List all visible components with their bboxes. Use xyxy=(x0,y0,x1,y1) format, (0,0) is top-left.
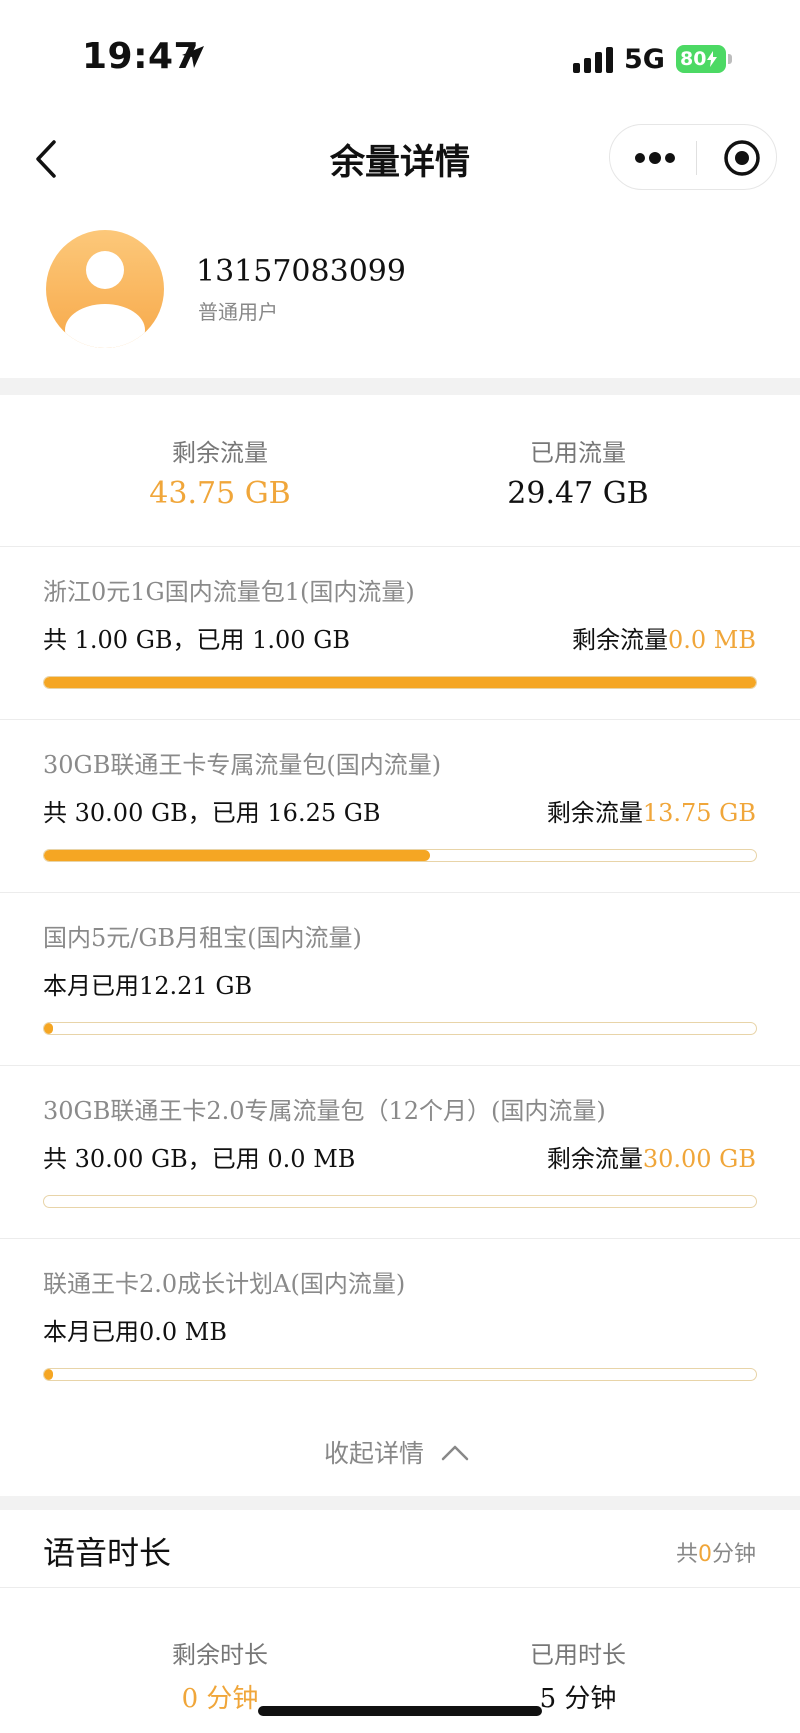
package-usage: 共 1.00 GB，已用 1.00 GB xyxy=(43,626,351,654)
voice-total-prefix: 共 xyxy=(675,1542,698,1567)
status-bar: 19:47 5G 80 xyxy=(0,0,800,110)
package-usage: 共 30.00 GB，已用 0.0 MB xyxy=(43,1145,356,1173)
used-voice: 已用时长 5 分钟 xyxy=(428,1635,728,1715)
used-data-label: 已用流量 xyxy=(530,439,626,467)
voice-total: 共0分钟 xyxy=(676,1536,756,1568)
package-remaining-label: 剩余流量 xyxy=(546,1145,643,1173)
phone-number: 13157083099 xyxy=(196,254,406,289)
package-name: 30GB联通王卡专属流量包(国内流量) xyxy=(43,751,442,779)
remaining-data: 剩余流量 43.75 GB xyxy=(70,433,370,511)
signal-icon xyxy=(573,47,613,73)
package-usage: 本月已用0.0 MB xyxy=(43,1318,228,1346)
remaining-voice-label: 剩余时长 xyxy=(172,1641,268,1669)
user-section: 13157083099 普通用户 xyxy=(0,210,800,378)
package-remaining: 剩余流量30.00 GB xyxy=(547,1139,756,1174)
package-remaining: 剩余流量0.0 MB xyxy=(572,620,756,655)
section-divider xyxy=(0,1496,800,1510)
voice-total-suffix: 分钟 xyxy=(711,1542,756,1567)
more-icon[interactable] xyxy=(634,149,676,167)
package-progress-fill xyxy=(44,1369,53,1380)
package-item: 30GB联通王卡2.0专属流量包（12个月）(国内流量) 共 30.00 GB，… xyxy=(0,1067,800,1239)
remaining-data-value: 43.75 GB xyxy=(149,476,291,511)
package-remaining-value: 0.0 MB xyxy=(667,626,756,654)
mini-program-capsule xyxy=(609,124,777,190)
package-progress-fill xyxy=(44,677,756,688)
package-progress-bar xyxy=(43,1368,757,1381)
used-data: 已用流量 29.47 GB xyxy=(428,433,728,511)
voice-total-value: 0 xyxy=(697,1542,712,1567)
package-name: 30GB联通王卡2.0专属流量包（12个月）(国内流量) xyxy=(43,1097,606,1125)
package-item: 浙江0元1G国内流量包1(国内流量) 共 1.00 GB，已用 1.00 GB … xyxy=(0,548,800,720)
voice-title: 语音时长 xyxy=(43,1534,172,1572)
package-progress-fill xyxy=(44,1023,53,1034)
battery-level: 80 xyxy=(680,48,707,70)
nav-bar: 余量详情 xyxy=(0,110,800,210)
battery-icon: 80 xyxy=(676,45,732,73)
package-progress-bar xyxy=(43,1022,757,1035)
remaining-data-label: 剩余流量 xyxy=(172,439,268,467)
package-name: 国内5元/GB月租宝(国内流量) xyxy=(43,924,362,952)
package-progress-fill xyxy=(44,850,430,861)
package-remaining-label: 剩余流量 xyxy=(546,799,643,827)
charging-bolt-icon xyxy=(707,51,718,67)
used-voice-label: 已用时长 xyxy=(530,1641,626,1669)
collapse-details-label: 收起详情 xyxy=(324,1439,425,1468)
user-type: 普通用户 xyxy=(198,300,278,324)
section-divider xyxy=(0,378,800,395)
package-remaining-value: 13.75 GB xyxy=(642,799,756,827)
package-usage: 共 30.00 GB，已用 16.25 GB xyxy=(43,799,381,827)
remaining-voice: 剩余时长 0 分钟 xyxy=(70,1635,370,1715)
package-item: 30GB联通王卡专属流量包(国内流量) 共 30.00 GB，已用 16.25 … xyxy=(0,721,800,893)
package-remaining: 剩余流量13.75 GB xyxy=(547,793,756,828)
voice-header: 语音时长 共0分钟 xyxy=(0,1510,800,1588)
avatar xyxy=(46,230,164,348)
location-arrow-icon xyxy=(182,46,204,68)
home-indicator xyxy=(258,1706,542,1716)
data-summary: 剩余流量 43.75 GB 已用流量 29.47 GB xyxy=(0,395,800,547)
chevron-up-icon xyxy=(441,1445,469,1461)
package-progress-bar xyxy=(43,849,757,862)
package-remaining-label: 剩余流量 xyxy=(571,626,668,654)
package-usage: 本月已用12.21 GB xyxy=(43,972,253,1000)
package-item: 联通王卡2.0成长计划A(国内流量) 本月已用0.0 MB xyxy=(0,1240,800,1412)
package-remaining-value: 30.00 GB xyxy=(642,1145,756,1173)
collapse-details-button[interactable]: 收起详情 xyxy=(0,1410,800,1496)
package-item: 国内5元/GB月租宝(国内流量) 本月已用12.21 GB xyxy=(0,894,800,1066)
package-name: 联通王卡2.0成长计划A(国内流量) xyxy=(43,1270,406,1298)
network-label: 5G xyxy=(624,44,665,75)
used-data-value: 29.47 GB xyxy=(507,476,649,511)
capsule-divider xyxy=(696,141,697,175)
package-progress-bar xyxy=(43,676,757,689)
package-progress-bar xyxy=(43,1195,757,1208)
close-target-icon[interactable] xyxy=(722,138,762,178)
package-name: 浙江0元1G国内流量包1(国内流量) xyxy=(43,578,415,606)
